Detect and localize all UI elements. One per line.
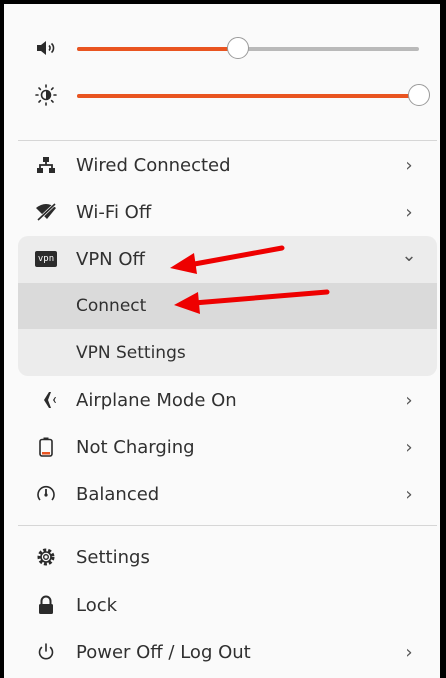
battery-item[interactable]: Not Charging › [18, 424, 437, 470]
lock-item[interactable]: Lock [18, 582, 437, 628]
settings-item[interactable]: Settings [18, 534, 437, 580]
power-profile-icon [32, 482, 60, 506]
brightness-slider[interactable] [18, 75, 437, 115]
annotation-arrow-vpn-off [170, 245, 285, 274]
vpn-connect-label: Connect [76, 296, 147, 316]
speaker-icon [37, 41, 55, 55]
airplane-mode-item[interactable]: Airplane Mode On › [18, 377, 437, 423]
system-menu: Wired Connected › Wi-Fi Off › vpn VPN Of… [4, 4, 440, 678]
separator [18, 140, 437, 141]
airplane-label: Airplane Mode On [76, 389, 237, 411]
chevron-right-icon: › [405, 483, 413, 505]
power-off-label: Power Off / Log Out [76, 641, 251, 663]
chevron-down-icon: ⌄ [401, 244, 417, 266]
vpn-icon: vpn [32, 247, 60, 271]
power-off-item[interactable]: Power Off / Log Out › [18, 629, 437, 675]
brightness-knob[interactable] [408, 84, 430, 106]
gear-icon [32, 545, 60, 569]
chevron-right-icon: › [405, 154, 413, 176]
vpn-settings-item[interactable]: VPN Settings [18, 330, 437, 376]
volume-knob[interactable] [226, 37, 249, 59]
lock-icon [32, 593, 60, 617]
wifi-off-item[interactable]: Wi-Fi Off › [18, 189, 437, 235]
battery-label: Not Charging [76, 436, 195, 458]
vpn-settings-label: VPN Settings [76, 343, 186, 363]
chevron-right-icon: › [405, 641, 413, 663]
battery-icon [32, 435, 60, 459]
airplane-icon [32, 388, 60, 412]
separator [18, 525, 437, 526]
brightness-icon [35, 84, 57, 106]
chevron-right-icon: › [405, 201, 413, 223]
wired-label: Wired Connected [76, 154, 231, 176]
annotation-arrow-connect [174, 289, 330, 314]
lock-label: Lock [76, 594, 118, 616]
wifi-off-icon [32, 200, 60, 224]
wired-connected-item[interactable]: Wired Connected › [18, 142, 437, 188]
chevron-right-icon: › [405, 389, 413, 411]
power-profile-label: Balanced [76, 483, 160, 505]
power-icon [32, 640, 60, 664]
power-profile-item[interactable]: Balanced › [18, 471, 437, 517]
chevron-right-icon: › [405, 436, 413, 458]
settings-label: Settings [76, 546, 150, 568]
volume-track-fill [77, 47, 234, 51]
volume-slider[interactable] [18, 28, 437, 68]
brightness-track-fill [77, 94, 415, 98]
wifi-label: Wi-Fi Off [76, 201, 152, 223]
wired-network-icon [32, 153, 60, 177]
